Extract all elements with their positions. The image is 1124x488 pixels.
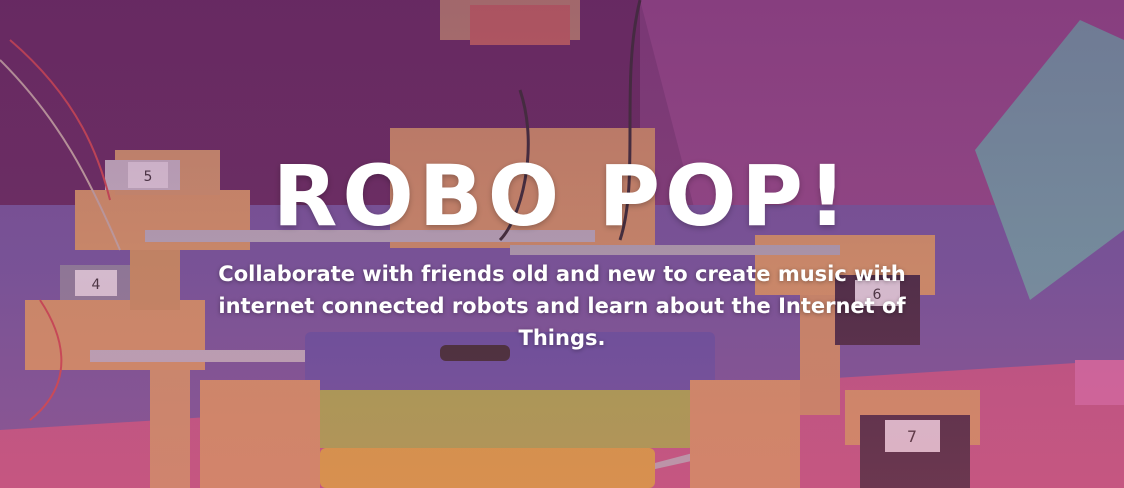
hero-title: ROBO POP! — [272, 147, 852, 245]
hero-banner: 5 4 6 7 ROBO POP! Collaborate with frien… — [0, 0, 1124, 488]
hero-content: ROBO POP! Collaborate with friends old a… — [0, 148, 1124, 354]
hero-subtitle: Collaborate with friends old and new to … — [218, 262, 906, 350]
